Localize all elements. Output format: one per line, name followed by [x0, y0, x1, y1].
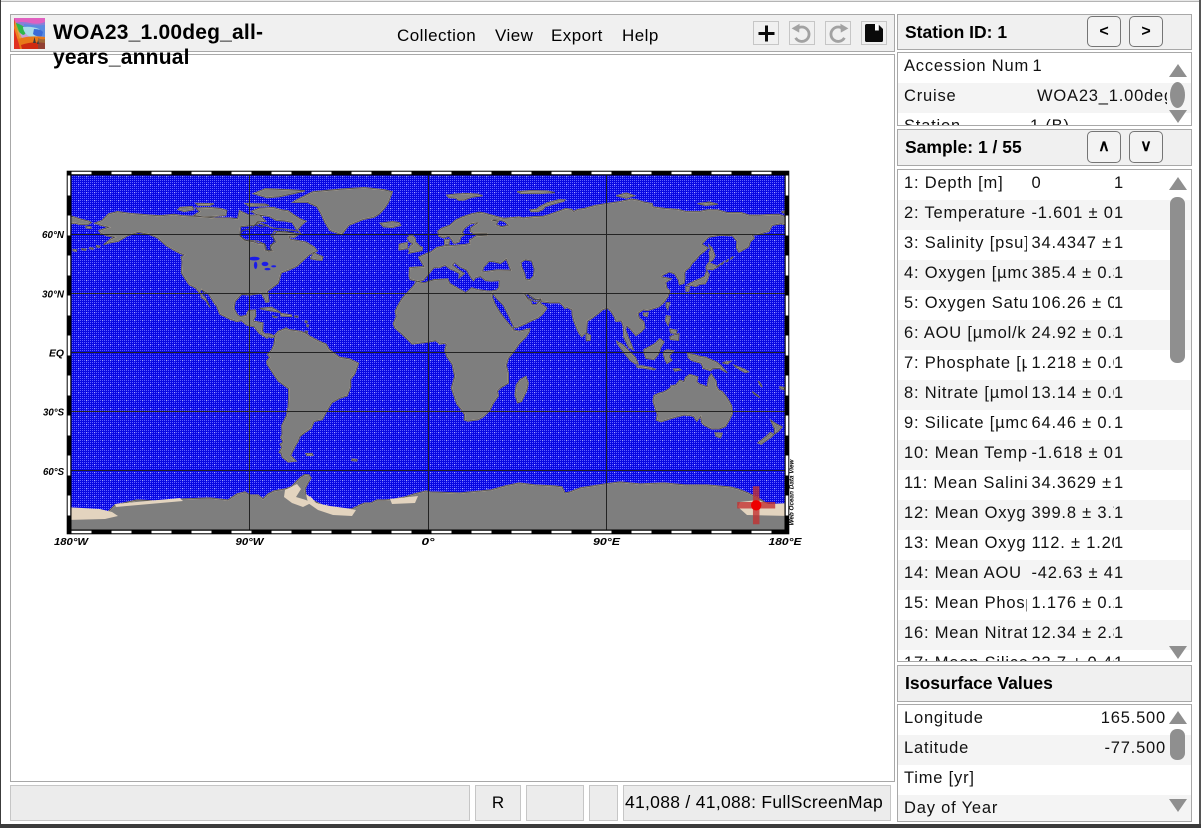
- svg-text:90°E: 90°E: [593, 536, 621, 548]
- svg-text:Web Ocean Data View: Web Ocean Data View: [789, 459, 796, 526]
- svg-text:30°S: 30°S: [43, 407, 64, 419]
- svg-text:EQ: EQ: [49, 348, 64, 360]
- svg-text:30°N: 30°N: [42, 288, 64, 300]
- svg-text:60°S: 60°S: [43, 466, 64, 478]
- svg-text:180°E: 180°E: [769, 536, 803, 548]
- svg-text:90°W: 90°W: [236, 536, 265, 548]
- svg-text:180°W: 180°W: [54, 536, 89, 548]
- svg-text:0°: 0°: [422, 536, 436, 548]
- svg-text:60°N: 60°N: [42, 229, 64, 241]
